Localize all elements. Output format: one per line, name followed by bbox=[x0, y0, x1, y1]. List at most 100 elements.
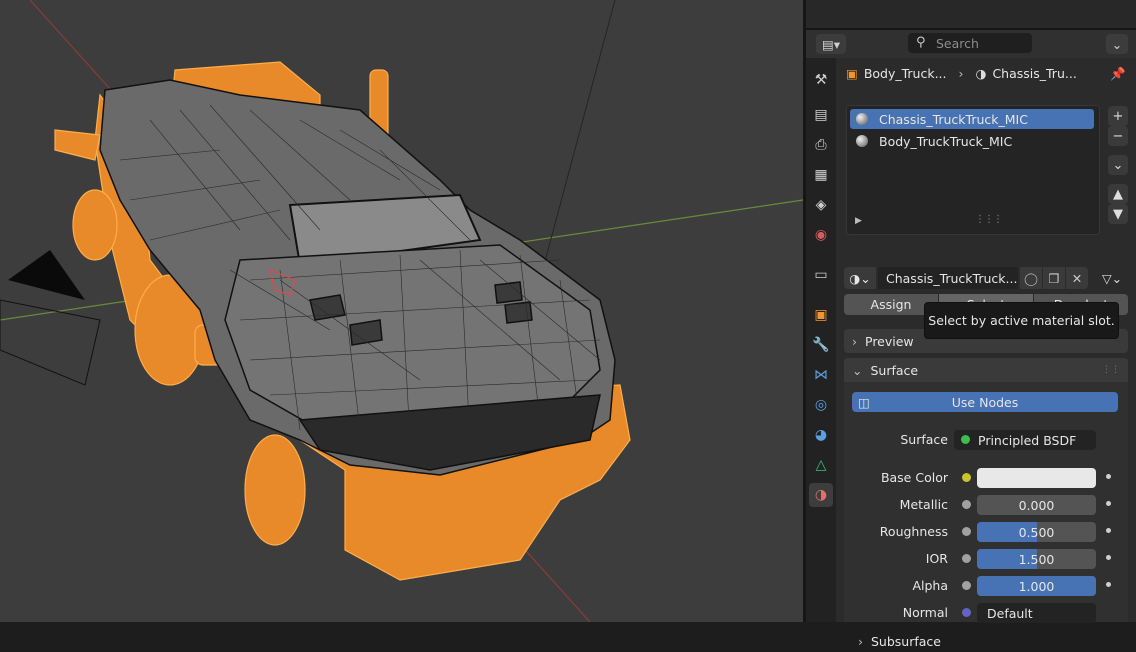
viewport-scene bbox=[0, 0, 803, 622]
material-icon: ◑ bbox=[814, 487, 828, 503]
tab-material[interactable]: ◑ bbox=[809, 483, 833, 507]
socket-icon[interactable] bbox=[962, 608, 971, 617]
chevron-right-icon: › bbox=[852, 333, 857, 349]
move-slot-up-button[interactable]: ▲ bbox=[1108, 184, 1128, 204]
browse-material-button[interactable]: ◑⌄ bbox=[844, 267, 876, 289]
search-input[interactable]: ⚲ Search bbox=[908, 33, 1032, 53]
triangle-up-icon: ▲ bbox=[1113, 186, 1123, 202]
render-icon: ▤ bbox=[814, 107, 828, 123]
tab-tool[interactable]: ⚒ bbox=[809, 68, 833, 92]
use-nodes-label: Use Nodes bbox=[951, 394, 1019, 410]
breadcrumb-object: Body_Truck... bbox=[863, 66, 947, 81]
editor-type-button[interactable]: ▤▾ bbox=[816, 34, 846, 54]
tab-output[interactable]: ⎙ bbox=[809, 133, 833, 157]
property-row: IOR 1.500 bbox=[836, 549, 1136, 569]
material-slot-list[interactable]: Chassis_TruckTruck_MIC Body_TruckTruck_M… bbox=[846, 105, 1100, 235]
use-nodes-button[interactable]: ◫ Use Nodes bbox=[852, 392, 1118, 412]
unlink-material-button[interactable]: ✕ bbox=[1066, 267, 1088, 289]
shield-icon: ◯ bbox=[1024, 270, 1038, 286]
surface-shader-field[interactable]: Principled BSDF bbox=[954, 430, 1096, 450]
material-slot-label: Chassis_TruckTruck_MIC bbox=[879, 111, 1028, 127]
property-row: Base Color bbox=[836, 468, 1136, 488]
tab-constraints[interactable]: ◕ bbox=[809, 423, 833, 447]
node-tree-icon: ◫ bbox=[858, 394, 870, 410]
tab-scene[interactable]: ◈ bbox=[809, 193, 833, 217]
material-slot[interactable]: Body_TruckTruck_MIC bbox=[850, 131, 1094, 151]
socket-icon[interactable] bbox=[962, 581, 971, 590]
tab-physics[interactable]: ◎ bbox=[809, 393, 833, 417]
move-slot-down-button[interactable]: ▼ bbox=[1108, 204, 1128, 224]
material-properties: ▣ Body_Truck... › ◑ Chassis_Tru... 📌 Cha… bbox=[836, 58, 1136, 649]
socket-icon[interactable] bbox=[962, 554, 971, 563]
remove-slot-button[interactable]: − bbox=[1108, 126, 1128, 146]
fake-user-button[interactable]: ◯ bbox=[1020, 267, 1042, 289]
tab-view-layer[interactable]: ▦ bbox=[809, 163, 833, 187]
surface-shader-row: Surface Principled BSDF bbox=[836, 430, 1136, 450]
surface-label: Surface bbox=[900, 432, 948, 447]
wrench-icon: 🔧 bbox=[812, 337, 830, 353]
material-name: Chassis_TruckTruck... bbox=[886, 270, 1018, 286]
chevron-down-icon: ⌄ bbox=[1112, 157, 1124, 173]
keyframe-dot-icon[interactable] bbox=[1106, 582, 1111, 587]
preview-panel-title: Preview bbox=[865, 333, 914, 349]
property-label: Metallic bbox=[899, 497, 948, 512]
property-field[interactable]: 0.000 bbox=[977, 495, 1096, 515]
search-icon: ⚲ bbox=[916, 35, 926, 50]
material-icon: ◑ bbox=[975, 66, 987, 81]
property-label: Alpha bbox=[912, 578, 948, 593]
view-layer-icon: ▦ bbox=[814, 167, 828, 183]
material-name-field[interactable]: Chassis_TruckTruck... bbox=[878, 267, 1018, 289]
tab-render[interactable]: ▤ bbox=[809, 103, 833, 127]
socket-icon[interactable] bbox=[962, 500, 971, 509]
property-field[interactable]: 1.500 bbox=[977, 549, 1096, 569]
editor-type-icon: ▤▾ bbox=[821, 36, 841, 52]
mesh-data-icon: △ bbox=[815, 457, 827, 473]
tooltip: Select by active material slot. bbox=[924, 302, 1119, 339]
property-field[interactable]: 0.500 bbox=[977, 522, 1096, 542]
duplicate-material-button[interactable]: ❐ bbox=[1043, 267, 1065, 289]
property-label: Normal bbox=[902, 605, 948, 620]
property-row: Roughness 0.500 bbox=[836, 522, 1136, 542]
surface-panel-header[interactable]: ⌄ Surface ⋮⋮ bbox=[844, 358, 1128, 382]
subsurface-panel-header[interactable]: › Subsurface bbox=[844, 630, 1128, 652]
tab-world[interactable]: ◉ bbox=[809, 223, 833, 247]
pin-icon[interactable]: 📌 bbox=[1110, 66, 1126, 82]
physics-icon: ◎ bbox=[814, 397, 828, 413]
shader-socket-icon bbox=[961, 435, 970, 444]
property-value: 0.000 bbox=[1018, 498, 1055, 513]
3d-viewport[interactable] bbox=[0, 0, 803, 622]
material-slot[interactable]: Chassis_TruckTruck_MIC bbox=[850, 109, 1094, 129]
tab-data[interactable]: △ bbox=[809, 453, 833, 477]
property-field[interactable]: Default bbox=[977, 603, 1096, 623]
material-preview-icon bbox=[856, 135, 868, 147]
keyframe-dot-icon[interactable] bbox=[1106, 528, 1111, 533]
truck-body-mesh[interactable] bbox=[99, 79, 616, 476]
object-icon: ▣ bbox=[846, 66, 858, 81]
socket-icon[interactable] bbox=[962, 527, 971, 536]
slot-specials-button[interactable]: ⌄ bbox=[1108, 155, 1128, 175]
resize-grip-icon[interactable]: ⋮⋮⋮ bbox=[975, 214, 1003, 225]
tab-modifiers[interactable]: 🔧 bbox=[809, 333, 833, 357]
add-slot-button[interactable]: + bbox=[1108, 106, 1128, 126]
chevron-right-icon: › bbox=[858, 633, 863, 649]
outliner-area[interactable] bbox=[806, 0, 1136, 30]
socket-icon[interactable] bbox=[962, 473, 971, 482]
property-field[interactable] bbox=[977, 468, 1096, 488]
options-dropdown[interactable]: ⌄ bbox=[1106, 34, 1128, 54]
triangle-down-icon: ▼ bbox=[1113, 206, 1123, 222]
property-value: 0.500 bbox=[1018, 525, 1055, 540]
tool-icon: ⚒ bbox=[814, 72, 828, 88]
keyframe-dot-icon[interactable] bbox=[1106, 474, 1111, 479]
drag-handle-icon[interactable]: ⋮⋮ bbox=[1102, 365, 1120, 375]
keyframe-dot-icon[interactable] bbox=[1106, 555, 1111, 560]
tab-object[interactable]: ▣ bbox=[809, 303, 833, 327]
particles-icon: ⋈ bbox=[814, 367, 828, 383]
property-row: Normal Default bbox=[836, 603, 1136, 623]
tab-particles[interactable]: ⋈ bbox=[809, 363, 833, 387]
keyframe-dot-icon[interactable] bbox=[1106, 501, 1111, 506]
property-field[interactable]: 1.000 bbox=[977, 576, 1096, 596]
tab-collection[interactable]: ▭ bbox=[809, 263, 833, 287]
camera-line bbox=[539, 0, 616, 281]
list-expand-icon[interactable]: ▶ bbox=[855, 216, 862, 226]
link-type-dropdown[interactable]: ▽⌄ bbox=[1096, 267, 1128, 289]
